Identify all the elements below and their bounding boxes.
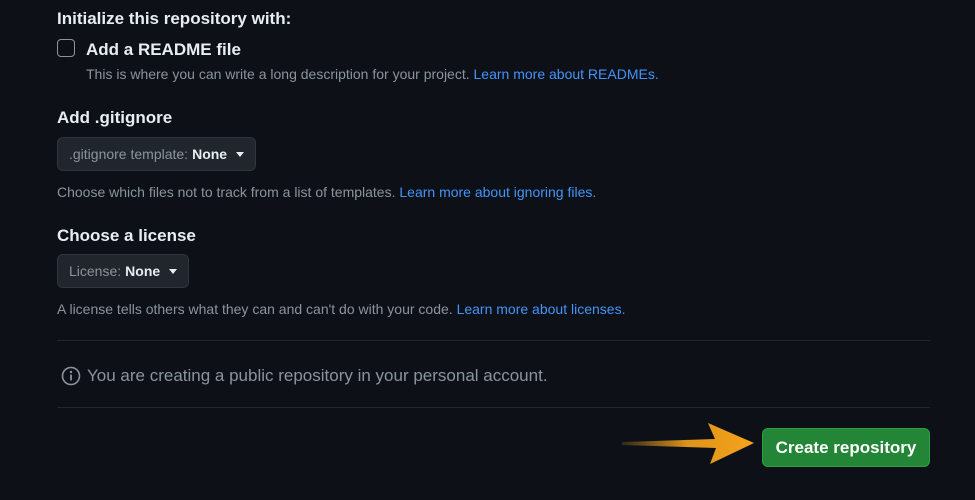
readme-help-text: This is where you can write a long descr…: [86, 66, 659, 82]
notice-text: You are creating a public repository in …: [87, 366, 548, 385]
gitignore-select-value: None: [192, 146, 228, 162]
gitignore-heading: Add .gitignore: [57, 108, 173, 127]
license-help-text: A license tells others what they can and…: [57, 301, 625, 317]
license-help-description: A license tells others what they can and…: [57, 301, 453, 317]
license-select-value: None: [125, 263, 161, 279]
gitignore-learn-more-link[interactable]: Learn more about ignoring files.: [399, 184, 596, 200]
license-learn-more-link[interactable]: Learn more about licenses.: [457, 301, 626, 317]
readme-help-description: This is where you can write a long descr…: [86, 66, 470, 82]
info-icon: [61, 366, 81, 386]
gitignore-help-text: Choose which files not to track from a l…: [57, 184, 596, 200]
gitignore-select-prefix: .gitignore template:: [69, 146, 189, 162]
license-select[interactable]: License: None: [57, 254, 190, 288]
readme-learn-more-link[interactable]: Learn more about READMEs.: [474, 66, 659, 82]
create-repository-button[interactable]: Create repository: [762, 428, 930, 467]
initialize-heading: Initialize this repository with:: [57, 9, 292, 28]
repository-create-form: Initialize this repository with: Add a R…: [0, 0, 975, 500]
annotation-arrow-icon: [622, 423, 754, 464]
gitignore-template-select[interactable]: .gitignore template: None: [57, 137, 257, 171]
section-divider: [57, 340, 930, 341]
readme-checkbox-label[interactable]: Add a README file: [86, 40, 241, 60]
section-divider: [57, 407, 930, 408]
gitignore-help-description: Choose which files not to track from a l…: [57, 184, 396, 200]
caret-down-icon: [169, 268, 178, 274]
license-select-prefix: License:: [69, 263, 122, 279]
public-repository-notice: You are creating a public repository in …: [61, 366, 548, 386]
caret-down-icon: [236, 151, 245, 157]
license-heading: Choose a license: [57, 226, 196, 245]
readme-checkbox[interactable]: [57, 39, 75, 57]
